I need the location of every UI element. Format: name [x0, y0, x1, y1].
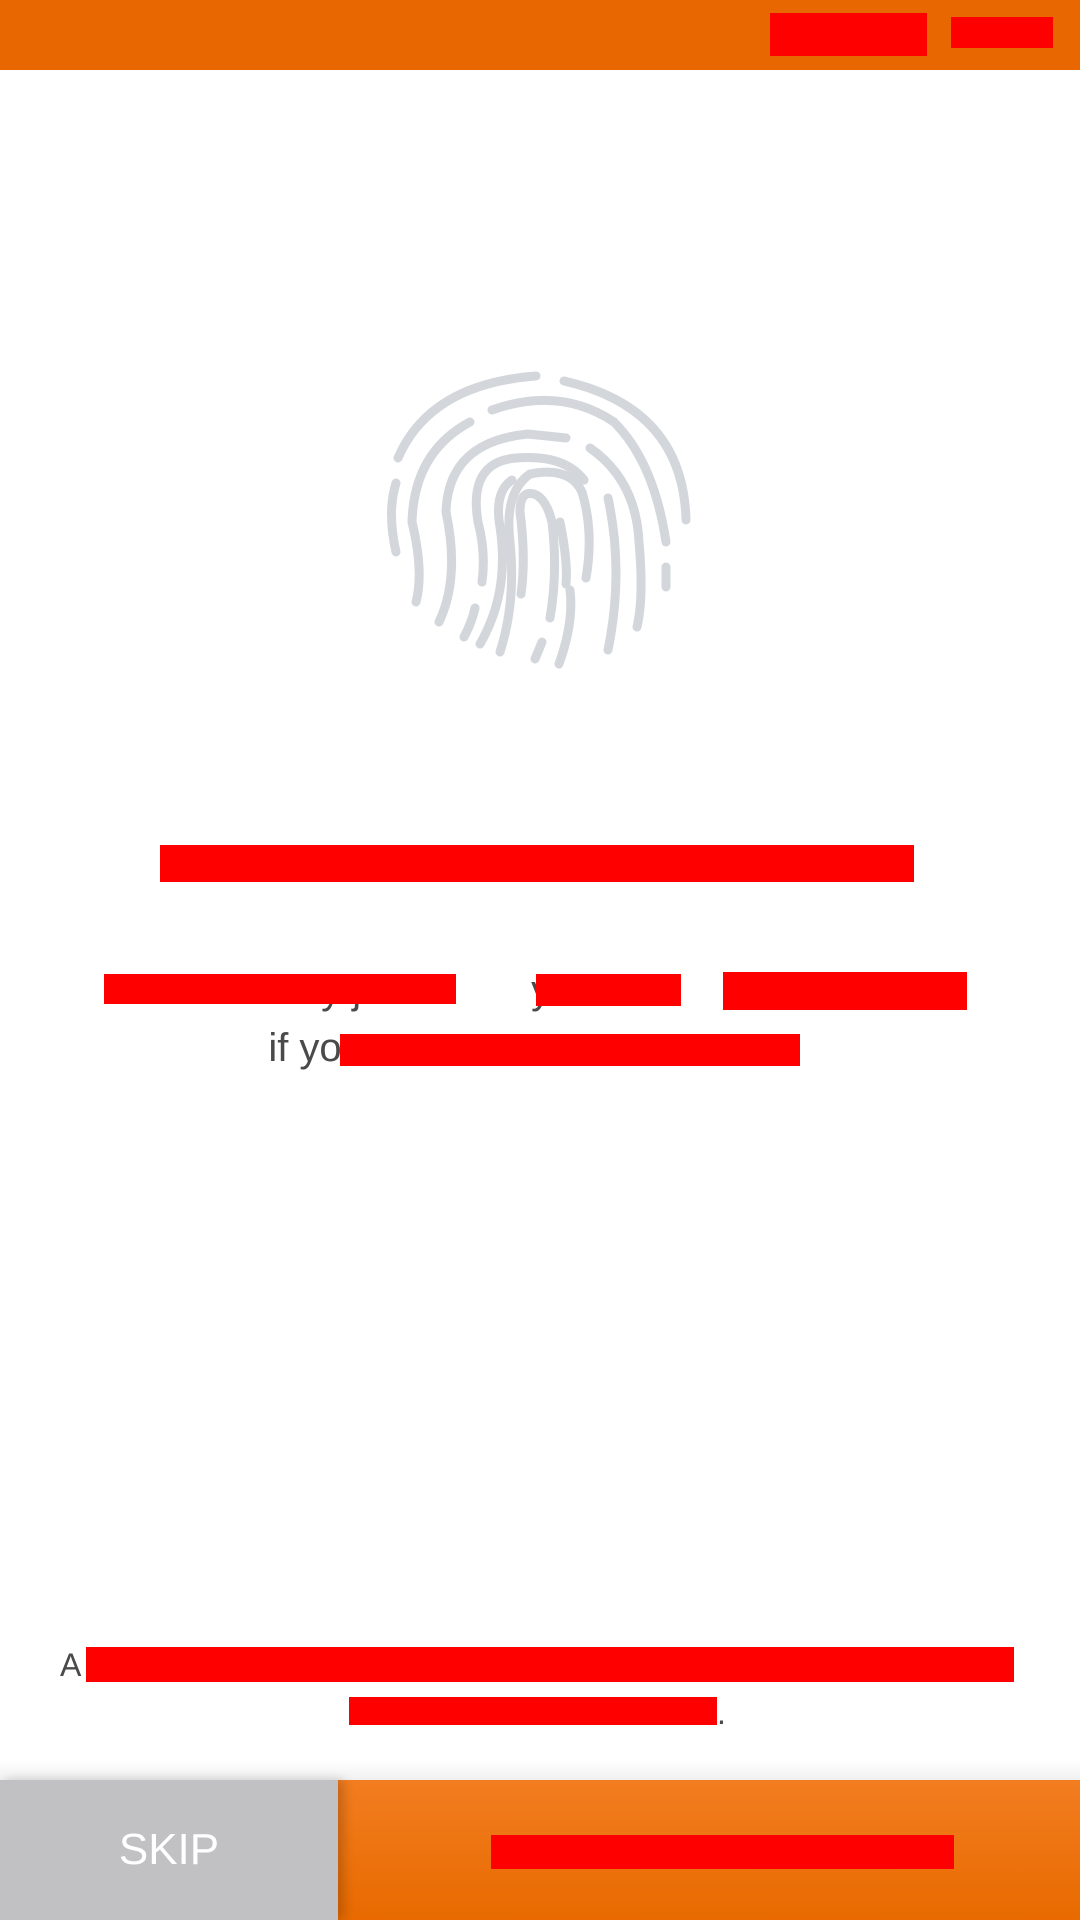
footnote-redacted [86, 1647, 1014, 1682]
primary-action-button[interactable] [338, 1780, 1080, 1920]
primary-button-label-redacted [491, 1835, 954, 1869]
fingerprint-icon [387, 371, 691, 669]
status-redacted-block [770, 13, 927, 56]
footnote-text-fragment: . [717, 1695, 726, 1731]
description-redacted [104, 974, 456, 1004]
footnote-redacted [349, 1697, 717, 1725]
skip-button-label: SKIP [118, 1825, 220, 1874]
status-redacted-block [951, 17, 1053, 48]
description-redacted [723, 972, 967, 1010]
status-bar [0, 0, 1080, 70]
skip-button[interactable]: SKIP [0, 1780, 338, 1920]
description-text-fragment: if yo [268, 1026, 342, 1070]
description-redacted [340, 1034, 800, 1066]
footnote-text-fragment: A [60, 1647, 82, 1683]
description-redacted [536, 974, 681, 1006]
bottom-action-bar: SKIP [0, 1780, 1080, 1920]
title-redacted [160, 845, 914, 882]
bottom-bar-shadow [0, 1760, 1080, 1780]
